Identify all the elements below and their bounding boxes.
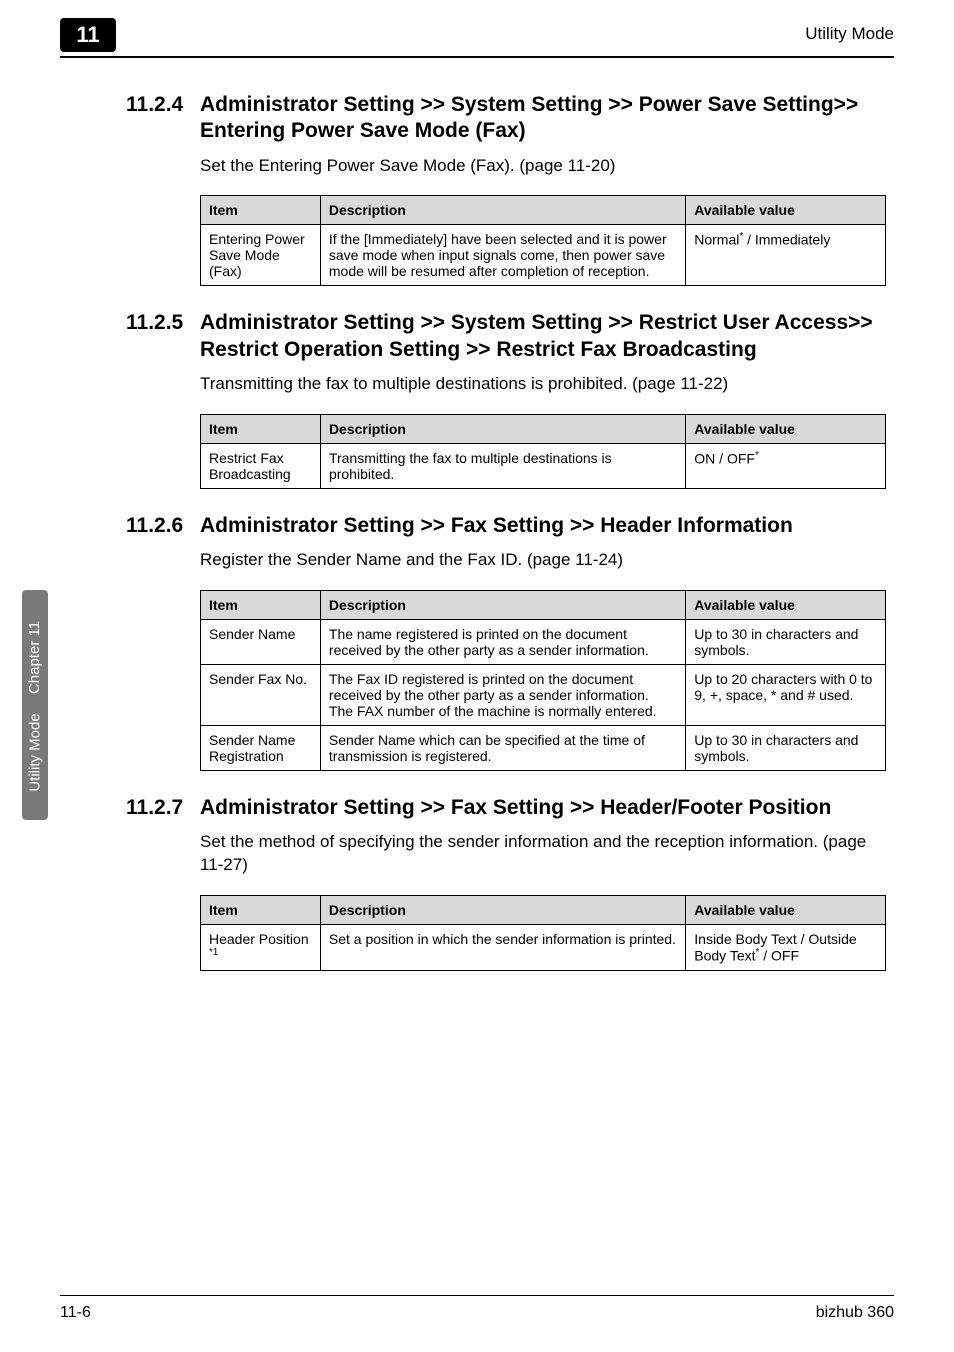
cell-item: Sender Name [201,620,321,665]
side-tab-chapter: Chapter 11 [27,621,44,694]
th-description: Description [320,196,685,225]
content-area: 11.2.4 Administrator Setting >> System S… [126,92,886,971]
section-title: Administrator Setting >> Fax Setting >> … [200,513,886,539]
th-available: Available value [686,591,886,620]
table-row: Sender Fax No. The Fax ID registered is … [201,665,886,726]
th-available: Available value [686,896,886,925]
page-number: 11-6 [60,1304,91,1322]
section-body: Transmitting the fax to multiple destina… [200,373,886,396]
th-description: Description [320,591,685,620]
cell-avail: Up to 30 in characters and symbols. [686,620,886,665]
cell-avail: Up to 30 in characters and symbols. [686,726,886,771]
section-heading-11-2-6: 11.2.6 Administrator Setting >> Fax Sett… [126,513,886,539]
cell-desc: Sender Name which can be specified at th… [320,726,685,771]
section-title: Administrator Setting >> System Setting … [200,310,886,363]
spec-table-11-2-4: Item Description Available value Enterin… [200,195,886,286]
side-chapter-tab: Chapter 11 Utility Mode [22,590,48,820]
th-item: Item [201,896,321,925]
cell-desc: Transmitting the fax to multiple destina… [320,443,685,488]
table-row: Restrict Fax Broadcasting Transmitting t… [201,443,886,488]
spec-table-11-2-7: Item Description Available value Header … [200,895,886,971]
section-body: Set the method of specifying the sender … [200,831,886,877]
section-number: 11.2.7 [126,795,200,821]
footer-rule [60,1295,894,1296]
header-rule [60,56,894,58]
section-body: Register the Sender Name and the Fax ID.… [200,549,886,572]
th-available: Available value [686,414,886,443]
cell-desc: The Fax ID registered is printed on the … [320,665,685,726]
table-row: Entering Power Save Mode (Fax) If the [I… [201,225,886,286]
cell-item: Restrict Fax Broadcasting [201,443,321,488]
section-number: 11.2.4 [126,92,200,118]
cell-item: Sender Fax No. [201,665,321,726]
cell-item: Sender Name Registration [201,726,321,771]
cell-item: Header Position *1 [201,925,321,971]
section-number: 11.2.6 [126,513,200,539]
chapter-tab: 11 [60,18,116,52]
table-row: Header Position *1 Set a position in whi… [201,925,886,971]
th-description: Description [320,896,685,925]
section-title: Administrator Setting >> Fax Setting >> … [200,795,886,821]
section-heading-11-2-5: 11.2.5 Administrator Setting >> System S… [126,310,886,363]
th-item: Item [201,414,321,443]
cell-desc: Set a position in which the sender infor… [320,925,685,971]
cell-desc: The name registered is printed on the do… [320,620,685,665]
th-description: Description [320,414,685,443]
th-item: Item [201,591,321,620]
spec-table-11-2-6: Item Description Available value Sender … [200,590,886,771]
side-tab-mode: Utility Mode [27,713,44,791]
cell-avail: Up to 20 characters with 0 to 9, +, spac… [686,665,886,726]
spec-table-11-2-5: Item Description Available value Restric… [200,414,886,489]
product-name: bizhub 360 [816,1304,894,1322]
header-section-name: Utility Mode [805,24,894,44]
cell-item: Entering Power Save Mode (Fax) [201,225,321,286]
section-number: 11.2.5 [126,310,200,336]
th-item: Item [201,196,321,225]
cell-avail: ON / OFF* [686,443,886,488]
cell-avail: Normal* / Immediately [686,225,886,286]
cell-avail: Inside Body Text / Outside Body Text* / … [686,925,886,971]
section-title: Administrator Setting >> System Setting … [200,92,886,145]
th-available: Available value [686,196,886,225]
table-row: Sender Name The name registered is print… [201,620,886,665]
cell-desc: If the [Immediately] have been selected … [320,225,685,286]
table-row: Sender Name Registration Sender Name whi… [201,726,886,771]
section-heading-11-2-4: 11.2.4 Administrator Setting >> System S… [126,92,886,145]
section-heading-11-2-7: 11.2.7 Administrator Setting >> Fax Sett… [126,795,886,821]
section-body: Set the Entering Power Save Mode (Fax). … [200,155,886,178]
